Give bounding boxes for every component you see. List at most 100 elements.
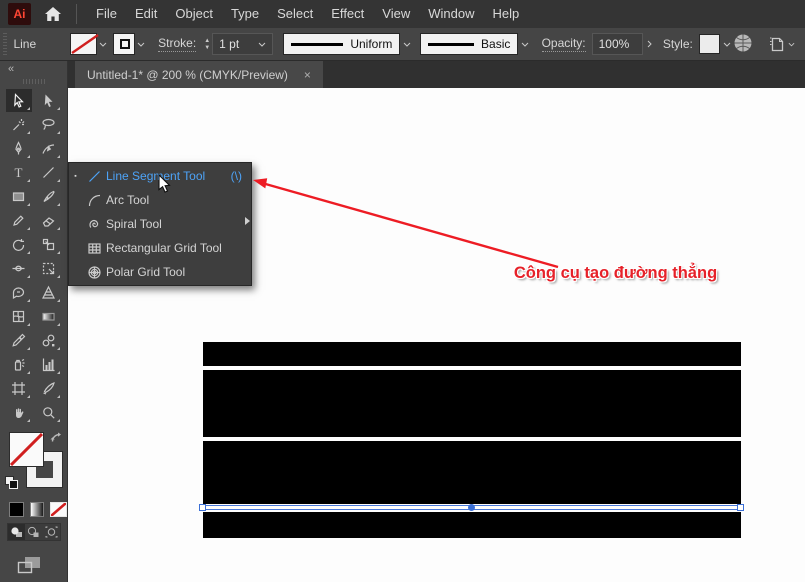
fill-stroke-indicator — [0, 432, 68, 494]
swap-fill-stroke-icon[interactable] — [50, 432, 63, 447]
brush-definition-chevron-icon[interactable] — [518, 33, 531, 55]
black-rectangle[interactable] — [203, 441, 741, 504]
collapse-panel-icon[interactable]: « — [0, 61, 67, 75]
stroke-weight-field[interactable]: 1 pt — [212, 33, 272, 55]
menu-select[interactable]: Select — [268, 0, 322, 28]
tools-grid: T — [6, 89, 62, 424]
menu-object[interactable]: Object — [166, 0, 222, 28]
column-graph-tool[interactable] — [36, 353, 62, 376]
type-tool[interactable]: T — [6, 161, 32, 184]
rotate-tool[interactable] — [6, 233, 32, 256]
opacity-expand-icon[interactable] — [643, 33, 656, 55]
selection-tool[interactable] — [6, 89, 32, 112]
brush-definition-value: Basic — [481, 37, 510, 51]
color-type-row — [9, 502, 67, 517]
width-profile-box[interactable]: Uniform — [283, 33, 400, 55]
gradient-button[interactable] — [30, 502, 45, 517]
draw-inside-icon[interactable] — [43, 524, 60, 540]
opacity-field[interactable]: 100% — [592, 33, 644, 55]
paintbrush-tool[interactable] — [36, 185, 62, 208]
hand-tool[interactable] — [6, 401, 32, 424]
shape-builder-tool[interactable] — [6, 281, 32, 304]
line-segment-tool[interactable] — [36, 161, 62, 184]
arc-icon — [82, 193, 106, 208]
menu-bar: Ai File Edit Object Type Select Effect V… — [0, 0, 805, 28]
fill-indicator-swatch[interactable] — [9, 432, 44, 467]
width-profile-chevron-icon[interactable] — [400, 33, 413, 55]
curvature-tool[interactable] — [36, 137, 62, 160]
line-anchor-left[interactable] — [199, 504, 206, 511]
menu-edit[interactable]: Edit — [126, 0, 166, 28]
menu-type[interactable]: Type — [222, 0, 268, 28]
graphic-style-swatch[interactable] — [699, 34, 721, 54]
zoom-tool[interactable] — [36, 401, 62, 424]
stroke-weight-stepper[interactable]: ▲▼ — [204, 38, 210, 51]
tools-panel-gripper[interactable] — [23, 79, 45, 84]
basic-brush-preview — [428, 43, 474, 46]
tools-panel: « T — [0, 61, 68, 582]
flyout-item-rectangular-grid-tool[interactable]: Rectangular Grid Tool — [69, 236, 251, 260]
panel-gripper[interactable] — [3, 33, 7, 55]
menubar-separator — [76, 4, 77, 24]
tab-close-icon[interactable]: × — [304, 68, 311, 82]
perspective-grid-tool[interactable] — [36, 281, 62, 304]
brush-definition-box[interactable]: Basic — [420, 33, 518, 55]
scale-tool[interactable] — [36, 233, 62, 256]
document-setup-globe-icon[interactable] — [733, 33, 753, 56]
shortcut-hint: (\) — [231, 169, 242, 183]
eyedropper-tool[interactable] — [6, 329, 32, 352]
blend-tool[interactable] — [36, 329, 62, 352]
line-anchor-right[interactable] — [737, 504, 744, 511]
opacity-label[interactable]: Opacity: — [542, 36, 586, 52]
stroke-color-swatch[interactable] — [113, 33, 135, 55]
svg-text:T: T — [15, 165, 23, 180]
flyout-item-spiral-tool[interactable]: Spiral Tool — [69, 212, 251, 236]
home-icon[interactable] — [44, 6, 62, 22]
lasso-tool[interactable] — [36, 113, 62, 136]
document-tab[interactable]: Untitled-1* @ 200 % (CMYK/Preview) × — [75, 61, 323, 88]
color-button[interactable] — [9, 502, 24, 517]
artboard-tool[interactable] — [6, 377, 32, 400]
draw-normal-icon[interactable] — [8, 524, 25, 540]
width-profile-value: Uniform — [350, 37, 392, 51]
direct-selection-tool[interactable] — [36, 89, 62, 112]
none-button[interactable] — [50, 502, 67, 517]
flyout-tearoff-arrow-icon[interactable] — [245, 217, 250, 225]
selected-object-label: Line — [13, 37, 36, 51]
uniform-profile-preview — [291, 43, 343, 46]
pencil-tool[interactable] — [6, 209, 32, 232]
document-tab-title: Untitled-1* @ 200 % (CMYK/Preview) — [87, 68, 288, 82]
menu-window[interactable]: Window — [419, 0, 483, 28]
rectangle-tool[interactable] — [6, 185, 32, 208]
free-transform-tool[interactable] — [36, 257, 62, 280]
flyout-item-polar-grid-tool[interactable]: Polar Grid Tool — [69, 260, 251, 284]
magic-wand-tool[interactable] — [6, 113, 32, 136]
graphic-style-chevron-icon[interactable] — [720, 33, 733, 55]
draw-behind-icon[interactable] — [25, 524, 42, 540]
illustrator-logo-icon[interactable]: Ai — [8, 3, 31, 25]
slice-tool[interactable] — [36, 377, 62, 400]
document-actions-icon[interactable] — [769, 35, 795, 53]
screen-mode-icon[interactable] — [16, 555, 67, 580]
pen-tool[interactable] — [6, 137, 32, 160]
black-rectangle[interactable] — [203, 512, 741, 538]
line-midpoint-handle[interactable] — [468, 504, 475, 511]
stroke-color-chevron-icon[interactable] — [135, 33, 148, 55]
fill-color-swatch[interactable] — [70, 33, 97, 55]
gradient-tool[interactable] — [36, 305, 62, 328]
stroke-weight-label[interactable]: Stroke: — [158, 36, 196, 52]
line-segment-icon — [82, 169, 106, 184]
width-tool[interactable] — [6, 257, 32, 280]
default-fill-stroke-icon[interactable] — [5, 476, 18, 489]
black-rectangle[interactable] — [203, 370, 741, 437]
control-bar: Line Stroke: ▲▼ 1 pt Uniform Basic Opaci… — [0, 28, 805, 61]
rectangular-grid-icon — [82, 241, 106, 256]
menu-view[interactable]: View — [373, 0, 419, 28]
mesh-tool[interactable] — [6, 305, 32, 328]
eraser-tool[interactable] — [36, 209, 62, 232]
black-rectangle[interactable] — [203, 342, 741, 366]
menu-help[interactable]: Help — [483, 0, 528, 28]
menu-effect[interactable]: Effect — [322, 0, 373, 28]
menu-file[interactable]: File — [87, 0, 126, 28]
symbol-sprayer-tool[interactable] — [6, 353, 32, 376]
